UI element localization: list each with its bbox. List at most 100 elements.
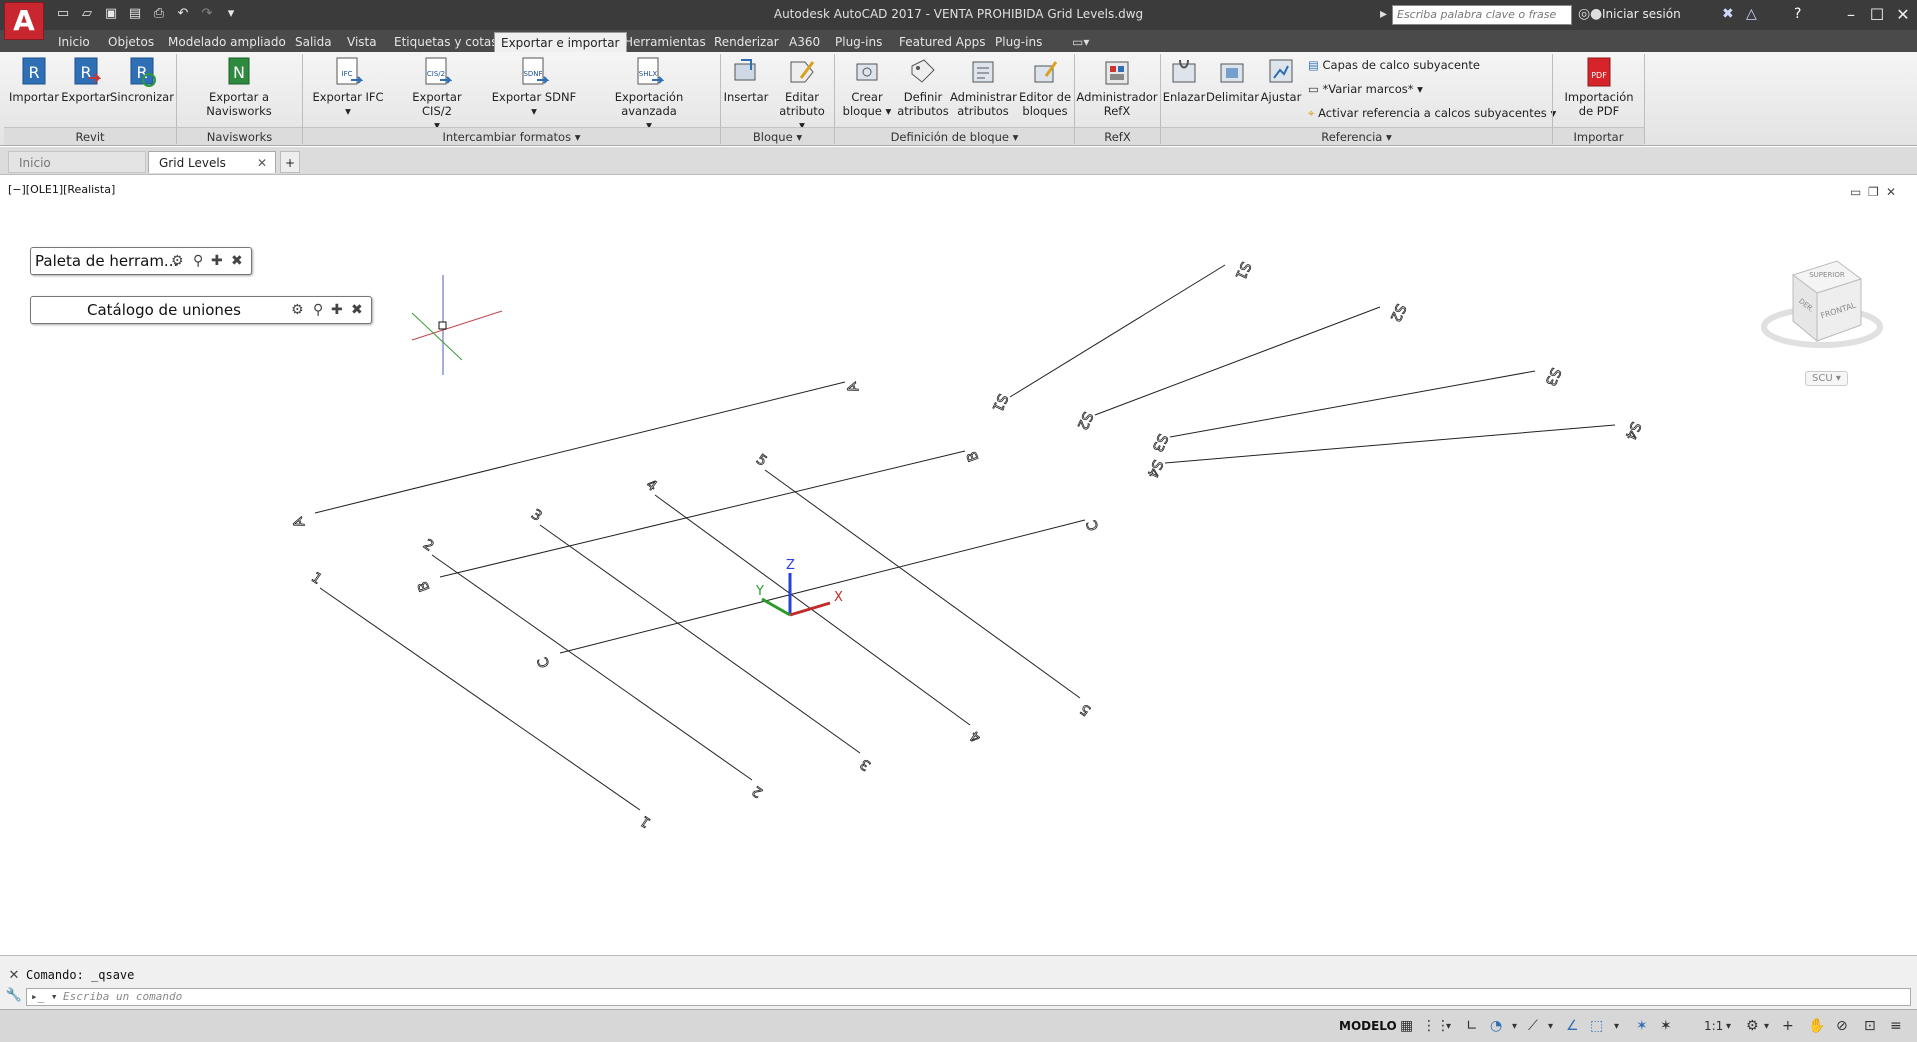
ajustar-button[interactable]: Ajustar: [1258, 56, 1304, 104]
grid-line-3[interactable]: [539, 524, 861, 754]
save-icon[interactable]: ▣: [102, 5, 120, 23]
grid-line-5[interactable]: [764, 469, 1081, 699]
grid-line-C[interactable]: [559, 519, 1086, 654]
grid-label-start-S1[interactable]: S1: [988, 391, 1011, 415]
command-input[interactable]: ▸_ ▾ Escriba un comando: [26, 988, 1911, 1006]
close-tab-icon[interactable]: ✕: [257, 152, 267, 174]
grid-label-end-5[interactable]: 5: [1077, 700, 1094, 719]
new-tab-button[interactable]: +: [280, 151, 300, 173]
chevron-down-icon[interactable]: ▾: [1446, 1021, 1451, 1032]
grid-label-end-2[interactable]: 2: [749, 782, 766, 801]
exportacion-avanzada-button[interactable]: SHLX Exportación avanzada ▾: [588, 56, 710, 132]
tab-etiquetas-cotas[interactable]: Etiquetas y cotas: [388, 32, 504, 52]
group-label-definicion-bloque[interactable]: Definición de bloque ▾: [835, 127, 1074, 145]
tool-palette-uniones[interactable]: Catálogo de uniones ⚙ ⚲ ✚ ✖: [30, 296, 372, 324]
delimitar-button[interactable]: Delimitar: [1206, 56, 1259, 104]
hardware-acceleration-icon[interactable]: ⊘: [1836, 1018, 1848, 1034]
exportar-cis2-button[interactable]: CIS/2 Exportar CIS/2 ▾: [396, 56, 478, 132]
viewcube-top-label[interactable]: SUPERIOR: [1809, 271, 1845, 279]
doc-tab-grid-levels[interactable]: Grid Levels ✕: [148, 151, 276, 173]
tab-vista[interactable]: Vista: [341, 32, 383, 52]
gear-icon[interactable]: ⚙: [171, 248, 184, 274]
move-icon[interactable]: ✚: [331, 297, 343, 323]
grid-label-end-S1[interactable]: S1: [1231, 259, 1254, 283]
close-icon[interactable]: ✖: [351, 297, 363, 323]
save-as-icon[interactable]: ▤: [126, 5, 144, 23]
tab-modelado-ampliado[interactable]: Modelado ampliado: [162, 32, 292, 52]
isolate-objects-icon[interactable]: ✋: [1808, 1018, 1825, 1034]
grid-label-end-S3[interactable]: S3: [1541, 365, 1564, 389]
annotation-scale[interactable]: 1:1: [1704, 1019, 1723, 1033]
grid-label-start-2[interactable]: 2: [420, 536, 437, 555]
plus-icon[interactable]: +: [1782, 1018, 1794, 1034]
login-link[interactable]: Iniciar sesión: [1602, 7, 1681, 21]
close-command-line-icon[interactable]: ✕: [4, 968, 24, 988]
undo-icon[interactable]: ↶: [174, 5, 192, 23]
object-snap-tracking-icon[interactable]: ∠: [1566, 1018, 1579, 1034]
ribbon-display-toggle-icon[interactable]: ▭▾: [1066, 32, 1095, 52]
pin-icon[interactable]: ⚲: [313, 297, 323, 323]
grid-label-start-1[interactable]: 1: [308, 569, 325, 588]
customization-icon[interactable]: ≡: [1890, 1018, 1902, 1034]
variar-marcos-dropdown[interactable]: ▭ *Variar marcos* ▾: [1308, 82, 1423, 96]
tab-exportar-importar[interactable]: Exportar e importar: [494, 32, 627, 52]
sincronizar-button[interactable]: R Sincronizar: [110, 56, 174, 104]
grid-label-start-3[interactable]: 3: [528, 506, 545, 525]
grid-label-end-4[interactable]: 4: [967, 727, 984, 746]
gear-icon[interactable]: ⚙: [291, 297, 304, 323]
grid-line-S4[interactable]: [1164, 424, 1616, 464]
app-menu-button[interactable]: A: [4, 2, 44, 40]
importacion-pdf-button[interactable]: PDF Importación de PDF: [1558, 56, 1640, 118]
tab-renderizar[interactable]: Renderizar: [708, 32, 785, 52]
capas-calco-button[interactable]: ▤ Capas de calco subyacente: [1308, 58, 1480, 72]
chevron-down-icon[interactable]: ▾: [1764, 1021, 1769, 1032]
customize-icon[interactable]: 🔧: [4, 988, 24, 1008]
grid-label-end-S4[interactable]: S4: [1621, 419, 1644, 443]
grid-line-A[interactable]: [314, 381, 846, 514]
redo-icon[interactable]: ↷: [198, 5, 216, 23]
autodesk-exchange-icon[interactable]: ✖: [1722, 6, 1734, 22]
ortho-icon[interactable]: ∟: [1466, 1018, 1478, 1034]
command-prompt-icon[interactable]: ▸_ ▾: [31, 990, 58, 1003]
importar-button[interactable]: R Importar: [8, 56, 60, 104]
isodraft-icon[interactable]: ⟋: [1528, 1018, 1538, 1034]
editor-bloques-button[interactable]: Editor de bloques: [1016, 56, 1074, 118]
exportar-button[interactable]: R Exportar: [60, 56, 112, 104]
new-file-icon[interactable]: ▭: [54, 5, 72, 23]
customize-qat-icon[interactable]: ▾: [222, 5, 240, 23]
editar-atributo-button[interactable]: Editar atributo ▾: [776, 56, 828, 132]
administrador-refx-button[interactable]: Administrador RefX: [1076, 56, 1158, 118]
tab-plugins-2[interactable]: Plug-ins: [989, 32, 1048, 52]
grid-label-end-B[interactable]: B: [964, 449, 983, 464]
autodesk-app-icon[interactable]: △: [1746, 6, 1757, 22]
ucs-dropdown[interactable]: SCU ▾: [1805, 371, 1848, 386]
drawing-viewport[interactable]: [−][OLE1][Realista] ▭ ❐ ✕ 1122334455AABB…: [0, 175, 1917, 955]
group-label-bloque[interactable]: Bloque ▾: [721, 127, 834, 145]
grid-label-start-S3[interactable]: S3: [1148, 431, 1171, 455]
grid-label-start-C[interactable]: C: [535, 654, 554, 670]
move-icon[interactable]: ✚: [211, 248, 223, 274]
grid-label-start-4[interactable]: 4: [643, 476, 660, 495]
grid-label-start-5[interactable]: 5: [753, 451, 770, 470]
search-expand-icon[interactable]: ▸: [1380, 6, 1387, 22]
help-icon[interactable]: ?: [1794, 6, 1801, 22]
exportar-sdnf-button[interactable]: SDNF Exportar SDNF ▾: [490, 56, 578, 118]
polar-icon[interactable]: ◔: [1490, 1018, 1502, 1034]
tab-salida[interactable]: Salida: [289, 32, 338, 52]
close-button[interactable]: ✕: [1888, 3, 1917, 27]
auto-scale-icon[interactable]: ✶: [1660, 1018, 1672, 1034]
chevron-down-icon[interactable]: ▾: [1726, 1021, 1731, 1032]
enlazar-button[interactable]: Enlazar: [1162, 56, 1206, 104]
print-icon[interactable]: ⎙: [150, 5, 168, 23]
definir-atributos-button[interactable]: Definir atributos: [896, 56, 950, 118]
chevron-down-icon[interactable]: ▾: [1512, 1021, 1517, 1032]
tab-herramientas[interactable]: Herramientas: [618, 32, 712, 52]
grid-icon[interactable]: ▦: [1400, 1018, 1413, 1034]
grid-label-end-C[interactable]: C: [1084, 517, 1103, 533]
pin-icon[interactable]: ⚲: [193, 248, 203, 274]
insertar-button[interactable]: Insertar: [722, 56, 770, 104]
grid-label-start-B[interactable]: B: [415, 579, 434, 594]
grid-label-end-1[interactable]: 1: [637, 812, 654, 831]
chevron-down-icon[interactable]: ▾: [1614, 1021, 1619, 1032]
workspace-gear-icon[interactable]: ⚙: [1746, 1018, 1759, 1034]
